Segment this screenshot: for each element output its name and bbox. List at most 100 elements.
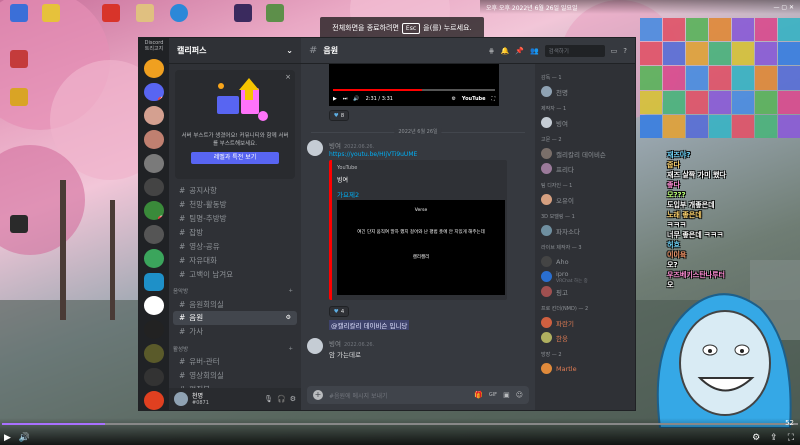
member-item[interactable]: 한웅	[541, 330, 629, 345]
member-item[interactable]: 파란기	[541, 315, 629, 330]
window-controls[interactable]: — ▢ ✕	[773, 4, 794, 11]
desktop-icon[interactable]	[132, 4, 158, 23]
share-icon[interactable]: ⇪	[770, 433, 778, 443]
embed-title[interactable]: 가요제2	[337, 189, 502, 199]
channel-item-active[interactable]: # 음원 ⚙	[173, 310, 297, 325]
server-icon[interactable]	[144, 130, 164, 149]
channel-item[interactable]: # 팀명-추방방	[169, 211, 301, 225]
threads-icon[interactable]: ⋕	[489, 47, 495, 55]
play-icon[interactable]: ▶	[4, 433, 11, 443]
mention-text[interactable]: @캘리칼리 데이비슨 입니당	[329, 320, 410, 330]
reaction-heart[interactable]: ♥ 8	[329, 110, 349, 121]
embed-author[interactable]: 빙여	[337, 175, 502, 184]
gear-icon[interactable]: ⚙	[290, 395, 296, 403]
inbox-icon[interactable]: ▭	[611, 47, 618, 55]
volume-icon[interactable]: 🔊	[19, 433, 30, 443]
members-icon[interactable]: 👥	[530, 47, 539, 55]
member-item[interactable]: 빙여	[541, 115, 629, 130]
avatar[interactable]	[307, 140, 323, 156]
member-item[interactable]: 천명	[541, 84, 629, 99]
video-progress[interactable]	[333, 89, 495, 91]
desktop-icon[interactable]	[38, 4, 64, 23]
member-item[interactable]: 파자소다	[541, 223, 629, 238]
channel-item[interactable]: # 유버-관터	[169, 355, 301, 369]
gear-icon[interactable]: ⚙	[752, 433, 760, 443]
gif-icon[interactable]: GIF	[489, 392, 497, 398]
server-icon[interactable]	[144, 225, 164, 244]
server-icon[interactable]	[144, 296, 164, 316]
headphones-icon[interactable]: 🎧	[277, 395, 286, 403]
server-icon[interactable]: 5	[144, 201, 164, 221]
member-item[interactable]: ipro VRChat 하는 중	[541, 269, 629, 284]
server-header[interactable]: 캘리퍼스 ⌄	[169, 38, 301, 64]
video-thumbnail[interactable]: Verse 여긴 단지 움직여 말하 했지 걸어와 난 평범 촛에 안 지있게 …	[337, 200, 505, 295]
bell-icon[interactable]: 🔔	[501, 47, 510, 55]
desktop-icon[interactable]	[262, 4, 288, 23]
reaction-heart[interactable]: ♥ 4	[329, 306, 349, 317]
seek-bar[interactable]	[2, 423, 798, 425]
channel-item[interactable]: # 영상-공유	[169, 239, 301, 253]
category-header[interactable]: 활성방 +	[169, 343, 301, 355]
desktop-icon[interactable]	[166, 4, 192, 23]
category-header[interactable]: 음악방 +	[169, 285, 301, 297]
avatar[interactable]	[174, 392, 188, 406]
channel-item[interactable]: # 고백이 남겨요	[169, 267, 301, 281]
channel-item[interactable]: # 영상회의실	[169, 368, 301, 382]
sticker-icon[interactable]: ▣	[503, 391, 510, 399]
desktop-icon[interactable]	[230, 4, 256, 23]
youtube-logo[interactable]: YouTube	[462, 96, 486, 102]
channel-item[interactable]: # 가사	[169, 325, 301, 339]
server-folder-icon[interactable]	[144, 59, 164, 78]
desktop-icon[interactable]	[6, 50, 32, 69]
server-icon[interactable]	[144, 320, 164, 339]
member-item[interactable]: 핑고	[541, 284, 629, 299]
message-author[interactable]: 빙여	[329, 142, 341, 150]
server-icon[interactable]: 4	[144, 82, 164, 102]
view-perks-button[interactable]: 레벨과 특전 보기	[191, 151, 279, 164]
message-author[interactable]: 빙여	[329, 340, 341, 348]
chevron-down-icon[interactable]: ⌄	[286, 46, 293, 55]
member-item[interactable]: 프리다	[541, 161, 629, 176]
close-icon[interactable]: ×	[285, 73, 291, 81]
skip-icon[interactable]: ⏭	[343, 96, 348, 102]
emoji-icon[interactable]: ☺	[516, 391, 523, 399]
avatar[interactable]	[307, 338, 323, 354]
plus-icon[interactable]: +	[288, 288, 293, 294]
fullscreen-icon[interactable]: ⛶	[788, 433, 794, 443]
server-icon[interactable]	[144, 106, 164, 126]
desktop-icon[interactable]	[6, 4, 32, 23]
member-item[interactable]: Aho	[541, 254, 629, 269]
desktop-icon[interactable]	[6, 215, 32, 234]
pin-icon[interactable]: 📌	[515, 47, 524, 55]
channel-item[interactable]: # 잡방	[169, 225, 301, 239]
settings-icon[interactable]: ⚙	[451, 96, 455, 102]
channel-item[interactable]: # 음원회의실	[169, 297, 301, 311]
server-icon[interactable]	[144, 153, 164, 173]
member-item[interactable]: 캘리칼리 데이비슨	[541, 146, 629, 161]
gift-icon[interactable]: 🎁	[474, 391, 483, 399]
message-input[interactable]: + #음원에 메시지 보내기 🎁 GIF ▣ ☺	[307, 386, 529, 404]
server-icon[interactable]	[144, 391, 164, 411]
channel-item[interactable]: # 공지사항	[169, 183, 301, 197]
volume-icon[interactable]: 🔊	[353, 96, 359, 102]
microphone-icon[interactable]: 🎙	[264, 395, 273, 403]
help-icon[interactable]: ?	[623, 47, 627, 55]
video-player[interactable]: ▶ ⏭ 🔊 2:31 / 3:31 ⚙ YouTube ⛶	[329, 64, 499, 106]
plus-icon[interactable]: +	[313, 390, 323, 400]
message-link[interactable]: https://youtu.be/HIjVTi9uUME	[329, 151, 417, 158]
member-item[interactable]: 오유이	[541, 192, 629, 207]
server-icon-active[interactable]	[144, 272, 164, 292]
server-icon[interactable]	[144, 248, 164, 268]
desktop-icon[interactable]	[98, 4, 124, 23]
server-icon[interactable]	[144, 367, 164, 387]
search-input[interactable]: 검색하기	[544, 44, 605, 57]
server-icon[interactable]	[144, 343, 164, 363]
channel-item[interactable]: # 천망-활동방	[169, 197, 301, 211]
play-icon[interactable]: ▶	[333, 96, 337, 102]
fullscreen-icon[interactable]: ⛶	[491, 96, 495, 102]
member-item[interactable]: Martle	[541, 361, 629, 376]
settings-icon[interactable]: ⚙	[286, 314, 291, 321]
channel-item[interactable]: # 자유대화	[169, 253, 301, 267]
server-icon[interactable]	[144, 177, 164, 197]
plus-icon[interactable]: +	[288, 346, 293, 352]
